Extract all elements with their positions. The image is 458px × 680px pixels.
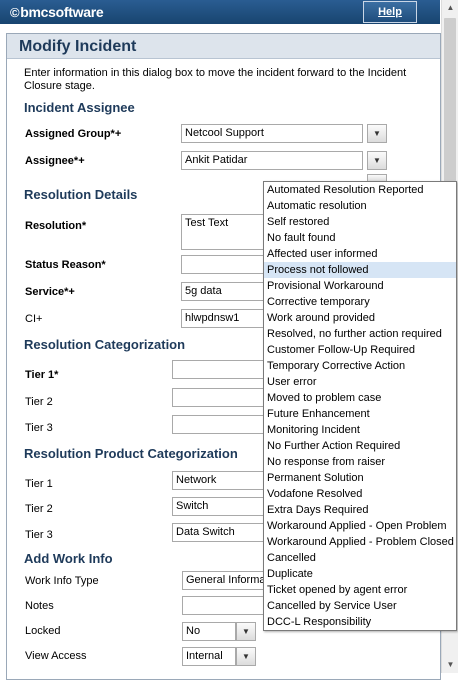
status-reason-option[interactable]: Corrective temporary xyxy=(264,294,456,310)
status-reason-option[interactable]: Automated Resolution Reported xyxy=(264,182,456,198)
section-add-work-info: Add Work Info xyxy=(24,551,113,566)
res-tier1-label: Tier 1* xyxy=(25,369,59,381)
prod-tier2-label: Tier 2 xyxy=(25,503,53,515)
view-access-select[interactable]: Internal xyxy=(182,647,236,666)
status-reason-option[interactable]: No response from raiser xyxy=(264,454,456,470)
status-reason-option[interactable]: Cancelled by Service User xyxy=(264,598,456,614)
view-access-label: View Access xyxy=(25,650,87,662)
status-reason-option[interactable]: Ticket opened by agent error xyxy=(264,582,456,598)
section-resolution-product-categorization: Resolution Product Categorization xyxy=(24,446,238,461)
status-reason-option[interactable]: Process not followed xyxy=(264,262,456,278)
section-resolution-details: Resolution Details xyxy=(24,187,138,202)
status-reason-option[interactable]: Cancelled xyxy=(264,550,456,566)
prod-tier3-field[interactable]: Data Switch xyxy=(172,523,271,542)
status-reason-option[interactable]: Work around provided xyxy=(264,310,456,326)
status-reason-option[interactable]: Automatic resolution xyxy=(264,198,456,214)
status-reason-option[interactable]: Moved to problem case xyxy=(264,390,456,406)
chevron-down-icon: ▼ xyxy=(242,652,250,661)
dialog-intro: Enter information in this dialog box to … xyxy=(24,67,407,92)
chevron-down-icon: ▼ xyxy=(373,129,381,138)
status-reason-option[interactable]: Self restored xyxy=(264,214,456,230)
status-reason-option[interactable]: Monitoring Incident xyxy=(264,422,456,438)
notes-field[interactable] xyxy=(182,596,271,615)
locked-dropdown-button[interactable]: ▼ xyxy=(236,622,256,641)
scroll-down-arrow-icon[interactable]: ▼ xyxy=(442,657,458,673)
bmc-logo: ©bmcsoftware xyxy=(10,4,104,20)
assigned-group-field[interactable]: Netcool Support xyxy=(181,124,363,143)
prod-tier1-label: Tier 1 xyxy=(25,478,53,490)
notes-label: Notes xyxy=(25,600,54,612)
section-resolution-categorization: Resolution Categorization xyxy=(24,337,186,352)
status-reason-option[interactable]: Extra Days Required xyxy=(264,502,456,518)
service-field[interactable]: 5g data xyxy=(181,282,271,301)
status-reason-option[interactable]: Temporary Corrective Action xyxy=(264,358,456,374)
status-reason-option[interactable]: Customer Follow-Up Required xyxy=(264,342,456,358)
status-reason-option[interactable]: Workaround Applied - Problem Closed xyxy=(264,534,456,550)
resolution-textarea[interactable]: Test Text xyxy=(181,214,271,250)
help-button[interactable]: Help xyxy=(363,1,417,23)
status-reason-option[interactable]: Workaround Applied - Open Problem xyxy=(264,518,456,534)
status-reason-option[interactable]: No fault found xyxy=(264,230,456,246)
chevron-down-icon: ▼ xyxy=(373,156,381,165)
assignee-dropdown-button[interactable]: ▼ xyxy=(367,151,387,170)
status-reason-option[interactable]: No Further Action Required xyxy=(264,438,456,454)
ci-field[interactable]: hlwpdnsw1 xyxy=(181,309,271,328)
view-access-dropdown-button[interactable]: ▼ xyxy=(236,647,256,666)
work-info-type-select[interactable]: General Informa xyxy=(182,571,271,590)
status-reason-option[interactable]: Permanent Solution xyxy=(264,470,456,486)
locked-select[interactable]: No xyxy=(182,622,236,641)
status-reason-option[interactable]: User error xyxy=(264,374,456,390)
res-tier3-field[interactable] xyxy=(172,415,271,434)
res-tier1-field[interactable] xyxy=(172,360,271,379)
section-incident-assignee: Incident Assignee xyxy=(24,100,135,115)
status-reason-option[interactable]: Future Enhancement xyxy=(264,406,456,422)
prod-tier3-label: Tier 3 xyxy=(25,529,53,541)
dialog-title: Modify Incident xyxy=(19,38,137,55)
logo-text: bmcsoftware xyxy=(20,4,104,20)
status-reason-option[interactable]: Resolved, no further action required xyxy=(264,326,456,342)
res-tier2-label: Tier 2 xyxy=(25,396,53,408)
assigned-group-dropdown-button[interactable]: ▼ xyxy=(367,124,387,143)
status-reason-field[interactable] xyxy=(181,255,271,274)
bmc-logo-icon: © xyxy=(10,5,20,20)
prod-tier1-field[interactable]: Network xyxy=(172,471,271,490)
assignee-field[interactable]: Ankit Patidar xyxy=(181,151,363,170)
prod-tier2-field[interactable]: Switch xyxy=(172,497,271,516)
chevron-down-icon: ▼ xyxy=(242,627,250,636)
assignee-label: Assignee*+ xyxy=(25,155,85,167)
status-reason-option[interactable]: Affected user informed xyxy=(264,246,456,262)
assigned-group-label: Assigned Group*+ xyxy=(25,128,122,140)
status-reason-label: Status Reason* xyxy=(25,259,106,271)
res-tier3-label: Tier 3 xyxy=(25,422,53,434)
service-label: Service*+ xyxy=(25,286,75,298)
status-reason-option[interactable]: Provisional Workaround xyxy=(264,278,456,294)
res-tier2-field[interactable] xyxy=(172,388,271,407)
dialog-title-bar: Modify Incident xyxy=(7,34,440,59)
status-reason-option[interactable]: DCC-L Responsibility xyxy=(264,614,456,630)
status-reason-option[interactable]: Vodafone Resolved xyxy=(264,486,456,502)
resolution-label: Resolution* xyxy=(25,220,87,232)
status-reason-option[interactable]: Duplicate xyxy=(264,566,456,582)
status-reason-dropdown-menu[interactable]: Automated Resolution Reported Automatic r… xyxy=(263,181,457,631)
work-info-type-label: Work Info Type xyxy=(25,575,99,587)
locked-label: Locked xyxy=(25,625,61,637)
ci-label: CI+ xyxy=(25,313,43,325)
top-bar: ©bmcsoftware Help xyxy=(0,0,440,24)
scroll-up-arrow-icon[interactable]: ▲ xyxy=(442,0,458,16)
